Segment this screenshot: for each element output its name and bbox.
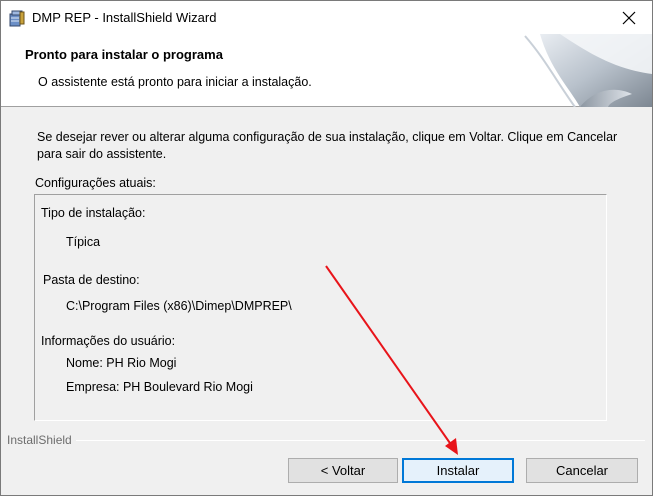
- installer-package-icon: [9, 10, 25, 27]
- close-icon: [622, 11, 636, 24]
- title-bar[interactable]: DMP REP - InstallShield Wizard: [1, 1, 652, 34]
- user-name-value: Nome: PH Rio Mogi: [66, 356, 177, 370]
- install-type-value: Típica: [66, 235, 101, 249]
- back-button[interactable]: < Voltar: [288, 458, 398, 483]
- window-title: DMP REP - InstallShield Wizard: [32, 10, 217, 25]
- destination-value: C:\Program Files (x86)\Dimep\DMPREP\: [66, 299, 292, 313]
- install-type-label: Tipo de instalação:: [41, 206, 146, 220]
- install-button[interactable]: Instalar: [402, 458, 514, 483]
- destination-label: Pasta de destino:: [43, 273, 140, 287]
- current-settings-label: Configurações atuais:: [35, 176, 156, 190]
- company-value: Empresa: PH Boulevard Rio Mogi: [66, 380, 253, 394]
- page-subtitle: O assistente está pronto para iniciar a …: [38, 75, 312, 89]
- current-settings-box: Tipo de instalação: Típica Pasta de dest…: [34, 194, 607, 421]
- installshield-brand-divider: InstallShield: [7, 433, 645, 447]
- cancel-button[interactable]: Cancelar: [526, 458, 638, 483]
- close-button[interactable]: [606, 1, 652, 34]
- page-title: Pronto para instalar o programa: [25, 47, 223, 62]
- curled-page-graphic: [524, 34, 652, 107]
- installshield-wizard-window: DMP REP - InstallShield Wizard Pronto pa…: [0, 0, 653, 496]
- wizard-header: Pronto para instalar o programa O assist…: [1, 34, 652, 107]
- instructions-text: Se desejar rever ou alterar alguma confi…: [37, 130, 618, 161]
- footer-divider: [7, 440, 645, 441]
- installshield-brand-label: InstallShield: [7, 433, 76, 447]
- user-info-label: Informações do usuário:: [41, 334, 176, 348]
